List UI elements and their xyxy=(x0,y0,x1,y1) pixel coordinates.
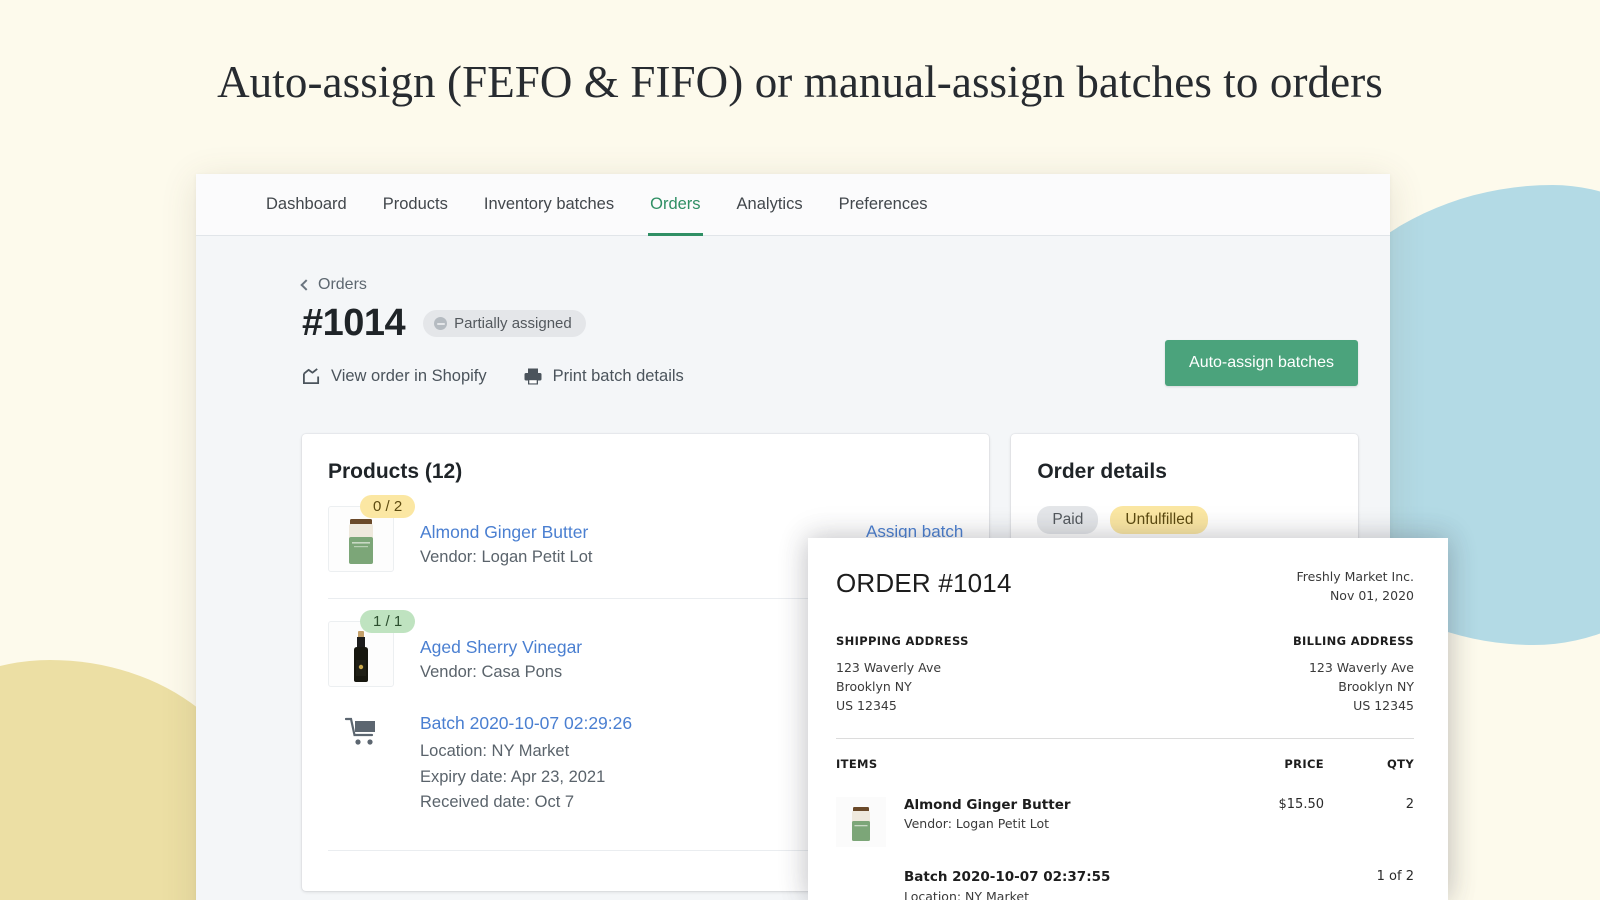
column-header-items: ITEMS xyxy=(836,757,1214,771)
nav-item-preferences[interactable]: Preferences xyxy=(821,174,946,235)
action-label: View order in Shopify xyxy=(331,367,487,386)
batch-location: Location: NY Market xyxy=(420,739,632,765)
printer-icon xyxy=(523,367,543,386)
batch-title-link[interactable]: Batch 2020-10-07 02:29:26 xyxy=(420,713,632,734)
shipping-address-line-1: 123 Waverly Ave xyxy=(836,658,969,677)
print-item-row: Almond Ginger Butter Vendor: Logan Petit… xyxy=(836,797,1414,847)
product-thumbnail-wrap: 0 / 2 xyxy=(328,506,396,572)
column-header-price: PRICE xyxy=(1214,757,1324,771)
billing-address-line-3: US 12345 xyxy=(1293,696,1414,715)
nav-item-orders[interactable]: Orders xyxy=(632,174,718,235)
jar-icon xyxy=(338,513,384,571)
print-address-block: SHIPPING ADDRESS 123 Waverly Ave Brookly… xyxy=(836,634,1414,716)
billing-address-label: BILLING ADDRESS xyxy=(1293,634,1414,648)
nav-label: Orders xyxy=(650,195,700,214)
print-batch-details-link[interactable]: Print batch details xyxy=(523,367,684,386)
product-info: Almond Ginger Butter Vendor: Logan Petit… xyxy=(420,506,592,572)
print-order-date: Nov 01, 2020 xyxy=(1296,587,1414,606)
jar-icon xyxy=(844,803,878,847)
nav-item-products[interactable]: Products xyxy=(365,174,466,235)
print-batch-title: Batch 2020-10-07 02:37:55 xyxy=(904,869,1214,885)
breadcrumb-back-to-orders[interactable]: Orders xyxy=(302,276,367,294)
shipping-address-line-2: Brooklyn NY xyxy=(836,677,969,696)
bottle-icon xyxy=(341,626,381,686)
product-info: Aged Sherry Vinegar Vendor: Casa Pons xyxy=(420,621,582,687)
page-title: #1014 xyxy=(302,302,405,345)
column-header-qty: QTY xyxy=(1324,757,1414,771)
assigned-count-badge: 0 / 2 xyxy=(360,495,415,518)
print-batch-qty: 1 of 2 xyxy=(1324,869,1414,900)
print-items-table-header: ITEMS PRICE QTY xyxy=(836,757,1414,781)
nav-label: Inventory batches xyxy=(484,195,614,214)
products-card-title: Products (12) xyxy=(302,434,989,484)
breadcrumb-label: Orders xyxy=(318,276,367,294)
shipping-address-label: SHIPPING ADDRESS xyxy=(836,634,969,648)
print-item-text: Almond Ginger Butter Vendor: Logan Petit… xyxy=(904,797,1071,847)
print-item-qty: 2 xyxy=(1324,797,1414,847)
nav-label: Products xyxy=(383,195,448,214)
product-name-link[interactable]: Aged Sherry Vinegar xyxy=(420,637,582,658)
page-headline: Auto-assign (FEFO & FIFO) or manual-assi… xyxy=(0,56,1600,108)
nav-label: Analytics xyxy=(737,195,803,214)
print-batch-row: Batch 2020-10-07 02:37:55 Location: NY M… xyxy=(836,869,1414,900)
payment-status-badge: Paid xyxy=(1037,506,1098,534)
shipping-address-lines: 123 Waverly Ave Brooklyn NY US 12345 xyxy=(836,658,969,716)
shipping-address-block: SHIPPING ADDRESS 123 Waverly Ave Brookly… xyxy=(836,634,969,716)
print-order-title: ORDER #1014 xyxy=(836,568,1012,599)
view-order-in-shopify-link[interactable]: View order in Shopify xyxy=(302,367,487,386)
product-vendor: Vendor: Casa Pons xyxy=(420,663,582,682)
nav-label: Dashboard xyxy=(266,195,347,214)
status-badge: Partially assigned xyxy=(423,310,586,337)
print-company-meta: Freshly Market Inc. Nov 01, 2020 xyxy=(1296,568,1414,606)
product-vendor: Vendor: Logan Petit Lot xyxy=(420,548,592,567)
billing-address-line-2: Brooklyn NY xyxy=(1293,677,1414,696)
print-company-name: Freshly Market Inc. xyxy=(1296,568,1414,587)
nav-item-dashboard[interactable]: Dashboard xyxy=(248,174,365,235)
nav-label: Preferences xyxy=(839,195,928,214)
top-navigation: Dashboard Products Inventory batches Ord… xyxy=(196,174,1390,236)
nav-item-inventory-batches[interactable]: Inventory batches xyxy=(466,174,632,235)
print-batch-location: Location: NY Market xyxy=(904,888,1214,900)
print-divider xyxy=(836,738,1414,739)
print-item-name: Almond Ginger Butter xyxy=(904,797,1071,813)
assigned-count-badge: 1 / 1 xyxy=(360,610,415,633)
external-link-icon xyxy=(302,367,321,386)
shipping-address-line-3: US 12345 xyxy=(836,696,969,715)
print-item-price: $15.50 xyxy=(1214,797,1324,847)
product-thumbnail-wrap: 1 / 1 xyxy=(328,621,396,687)
order-details-title: Order details xyxy=(1011,434,1358,484)
print-batch-price-spacer xyxy=(1214,869,1324,900)
print-batch-text: Batch 2020-10-07 02:37:55 Location: NY M… xyxy=(836,869,1214,900)
product-name-link[interactable]: Almond Ginger Butter xyxy=(420,522,592,543)
print-preview-header: ORDER #1014 Freshly Market Inc. Nov 01, … xyxy=(836,568,1414,606)
nav-item-analytics[interactable]: Analytics xyxy=(719,174,821,235)
cart-icon xyxy=(345,717,379,747)
print-item-thumbnail xyxy=(836,797,886,847)
batch-received-date: Received date: Oct 7 xyxy=(420,790,632,816)
fulfillment-status-badge: Unfulfilled xyxy=(1110,506,1208,534)
print-item-left: Almond Ginger Butter Vendor: Logan Petit… xyxy=(836,797,1214,847)
action-label: Print batch details xyxy=(553,367,684,386)
billing-address-line-1: 123 Waverly Ave xyxy=(1293,658,1414,677)
order-title-row: #1014 Partially assigned xyxy=(302,302,1358,345)
batch-expiry-date: Expiry date: Apr 23, 2021 xyxy=(420,765,632,791)
partial-status-icon xyxy=(434,317,447,330)
auto-assign-batches-button[interactable]: Auto-assign batches xyxy=(1165,340,1358,386)
billing-address-lines: 123 Waverly Ave Brooklyn NY US 12345 xyxy=(1293,658,1414,716)
print-item-vendor: Vendor: Logan Petit Lot xyxy=(904,816,1071,831)
chevron-left-icon xyxy=(300,279,311,290)
billing-address-block: BILLING ADDRESS 123 Waverly Ave Brooklyn… xyxy=(1293,634,1414,716)
batch-icon-wrap xyxy=(328,713,396,816)
status-badge-label: Partially assigned xyxy=(454,315,572,332)
print-preview-overlay: ORDER #1014 Freshly Market Inc. Nov 01, … xyxy=(808,538,1448,900)
batch-info: Batch 2020-10-07 02:29:26 Location: NY M… xyxy=(420,713,632,816)
